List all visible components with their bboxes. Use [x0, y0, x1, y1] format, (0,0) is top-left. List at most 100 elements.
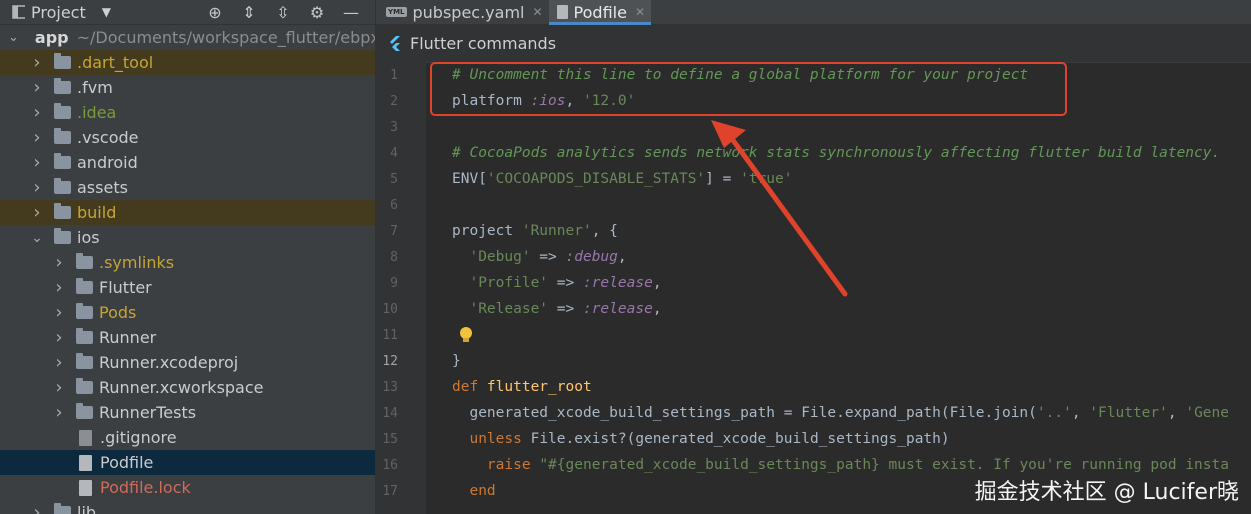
minimize-icon[interactable]: —	[341, 3, 361, 22]
folder-icon	[54, 53, 71, 69]
tree-root-app[interactable]: ⌄ app ~/Documents/workspace_flutter/ebpx…	[0, 25, 375, 50]
code-line: 7 project 'Runner', {	[390, 223, 618, 239]
code-line: 10 'Release' => :release,	[382, 301, 662, 317]
code-line: 9 'Profile' => :release,	[390, 275, 662, 291]
tree-item-label: Podfile.lock	[100, 478, 191, 497]
chevron-right-icon[interactable]: ›	[30, 202, 44, 223]
close-icon[interactable]: ✕	[635, 5, 645, 19]
tree-item[interactable]: › Pods	[0, 300, 375, 325]
folder-icon	[76, 353, 93, 369]
flutter-commands-label: Flutter commands	[410, 34, 557, 53]
tree-item[interactable]: › Runner	[0, 325, 375, 350]
folder-icon	[54, 203, 71, 219]
chevron-right-icon[interactable]: ›	[30, 177, 44, 198]
folder-icon	[76, 328, 93, 344]
code-line: 14 generated_xcode_build_settings_path =…	[382, 405, 1229, 421]
chevron-down-icon[interactable]: ⌄	[8, 30, 19, 45]
tree-item[interactable]: .gitignore	[0, 425, 375, 450]
tree-item-label: Pods	[99, 303, 137, 322]
expand-all-icon[interactable]: ⇕	[239, 3, 259, 22]
folder-icon	[54, 103, 71, 119]
locate-icon[interactable]: ⊕	[205, 3, 225, 22]
tree-item[interactable]: › android	[0, 150, 375, 175]
collapse-all-icon[interactable]: ⇳	[273, 3, 293, 22]
tree-root-path: ~/Documents/workspace_flutter/ebpx10	[76, 28, 376, 47]
tree-item[interactable]: › .dart_tool	[0, 50, 375, 75]
folder-icon	[54, 503, 71, 514]
tree-item[interactable]: › Runner.xcworkspace	[0, 375, 375, 400]
yaml-icon: YML	[386, 7, 407, 17]
tree-item[interactable]: › .symlinks	[0, 250, 375, 275]
code-line: 6	[390, 197, 398, 213]
folder-icon	[54, 78, 71, 94]
tree-item[interactable]: › Flutter	[0, 275, 375, 300]
chevron-right-icon[interactable]: ›	[30, 77, 44, 98]
chevron-down-icon: ▼	[101, 5, 111, 19]
tab-label: Podfile	[573, 2, 627, 22]
code-editor[interactable]: 1 # Uncomment this line to define a globa…	[376, 62, 1251, 514]
tab-label: pubspec.yaml	[412, 2, 525, 22]
tree-item[interactable]: › RunnerTests	[0, 400, 375, 425]
tree-item[interactable]: › build	[0, 200, 375, 225]
tree-item[interactable]: › assets	[0, 175, 375, 200]
folder-icon	[54, 128, 71, 144]
chevron-right-icon[interactable]: ›	[30, 502, 44, 514]
chevron-right-icon[interactable]: ›	[30, 52, 44, 73]
flutter-icon	[390, 36, 400, 51]
tree-item[interactable]: › .vscode	[0, 125, 375, 150]
tree-item-label: .dart_tool	[77, 53, 154, 72]
tree-item[interactable]: Podfile	[0, 450, 375, 475]
chevron-right-icon[interactable]: ›	[52, 352, 66, 373]
tree-item-label: assets	[77, 178, 128, 197]
editor-tabs: YML pubspec.yaml ✕ Podfile ✕	[376, 0, 1251, 25]
folder-icon	[54, 178, 71, 194]
close-icon[interactable]: ✕	[532, 5, 542, 19]
folder-icon	[76, 253, 93, 269]
project-panel: Project ▼ ⊕ ⇕ ⇳ ⚙ — ⌄ app ~/Documents/wo…	[0, 0, 376, 514]
watermark: 掘金技术社区 @ Lucifer晓	[974, 480, 1239, 505]
gear-icon[interactable]: ⚙	[307, 3, 327, 22]
tab-pubspec-yaml[interactable]: YML pubspec.yaml ✕	[376, 0, 549, 24]
tree-item-label: android	[77, 153, 138, 172]
tree-item-label: lib	[77, 503, 97, 514]
folder-icon	[76, 278, 93, 294]
folder-icon	[76, 378, 93, 394]
project-view-selector[interactable]: Project ▼	[0, 3, 111, 22]
tree-item[interactable]: › .fvm	[0, 75, 375, 100]
chevron-right-icon[interactable]: ›	[52, 402, 66, 423]
chevron-right-icon[interactable]: ›	[52, 252, 66, 273]
project-toolbar: Project ▼ ⊕ ⇕ ⇳ ⚙ —	[0, 0, 375, 25]
tree-item[interactable]: › lib	[0, 500, 375, 514]
flutter-commands-bar[interactable]: Flutter commands	[376, 25, 1251, 63]
tree-item-label: Runner.xcodeproj	[99, 353, 239, 372]
tree-item[interactable]: Podfile.lock	[0, 475, 375, 500]
tree-item-label: .idea	[77, 103, 117, 122]
code-line: 3	[390, 119, 398, 135]
tree-item[interactable]: › Runner.xcodeproj	[0, 350, 375, 375]
tree-item-label: RunnerTests	[99, 403, 197, 422]
code-line: 13 def flutter_root	[382, 379, 592, 395]
chevron-down-icon[interactable]: ⌄	[30, 230, 44, 246]
chevron-right-icon[interactable]: ›	[52, 327, 66, 348]
tree-item[interactable]: › .idea	[0, 100, 375, 125]
code-line: 12}	[382, 353, 461, 369]
tree-item-label: Runner.xcworkspace	[99, 378, 264, 397]
chevron-right-icon[interactable]: ›	[30, 127, 44, 148]
tab-podfile[interactable]: Podfile ✕	[548, 0, 652, 25]
chevron-right-icon[interactable]: ›	[52, 302, 66, 323]
folder-icon	[54, 228, 71, 244]
file-icon	[556, 5, 568, 19]
chevron-right-icon[interactable]: ›	[30, 152, 44, 173]
tree-item-label: build	[77, 203, 117, 222]
project-window-icon	[12, 5, 25, 19]
project-title: Project	[31, 2, 86, 22]
lightbulb-icon[interactable]	[458, 326, 474, 344]
folder-icon	[76, 403, 93, 419]
chevron-right-icon[interactable]: ›	[52, 277, 66, 298]
tree-item[interactable]: ⌄ ios	[0, 225, 375, 250]
git-file-icon	[79, 429, 92, 446]
tree-item-label: .symlinks	[99, 253, 175, 272]
chevron-right-icon[interactable]: ›	[52, 377, 66, 398]
tree-item-label: Runner	[99, 328, 157, 347]
chevron-right-icon[interactable]: ›	[30, 102, 44, 123]
